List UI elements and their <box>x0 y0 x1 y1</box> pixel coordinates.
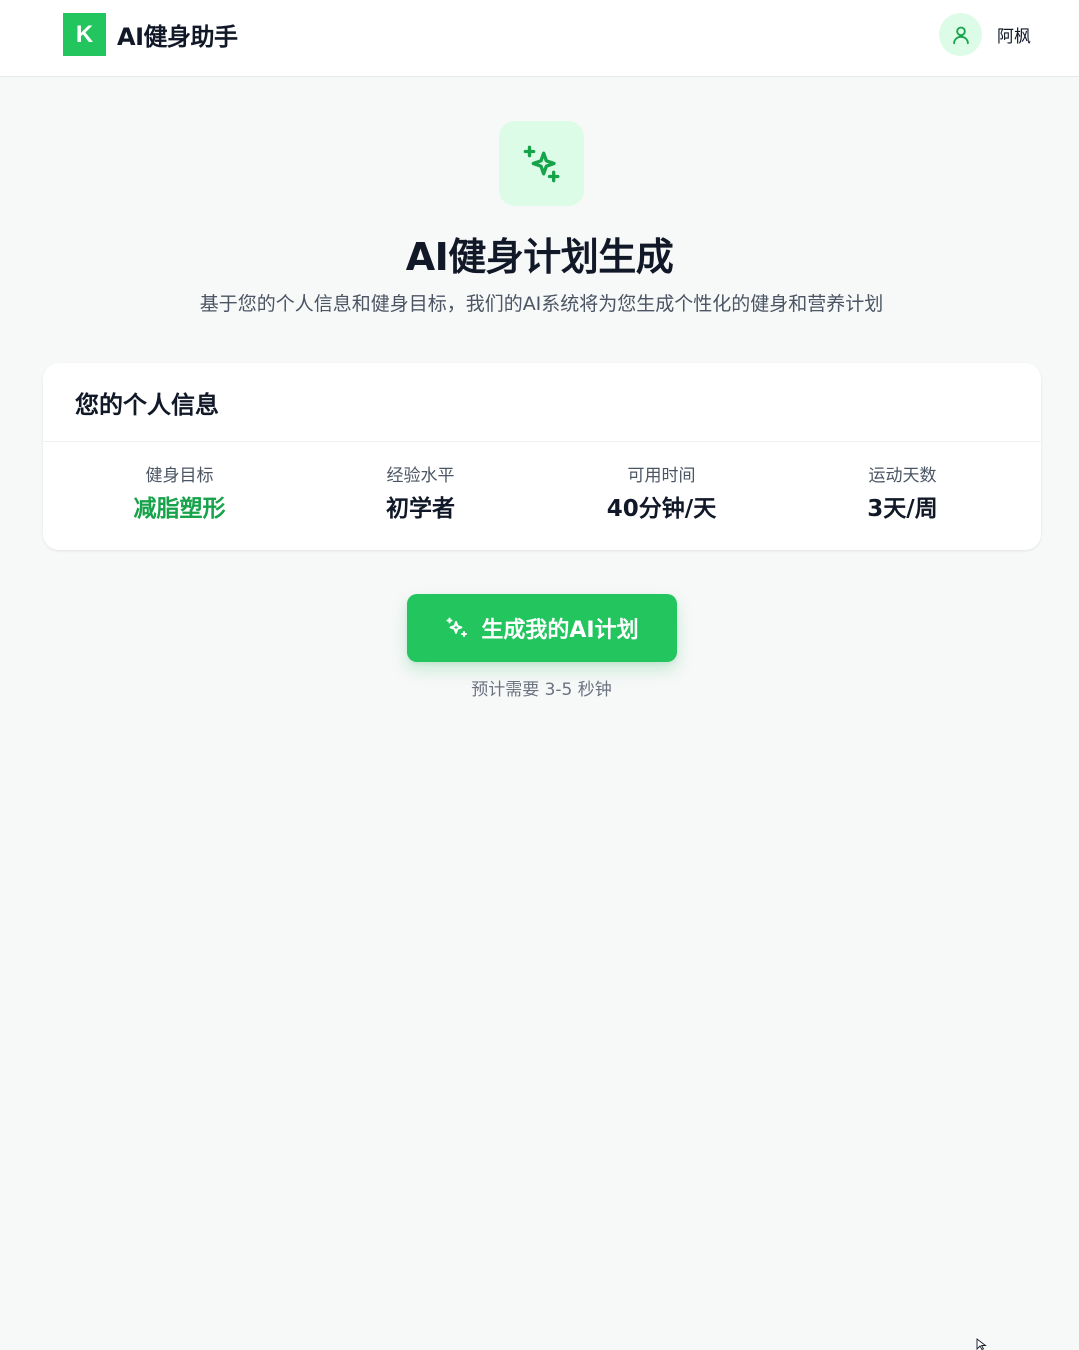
avatar[interactable] <box>939 13 982 56</box>
top-bar: K AI健身助手 阿枫 <box>0 0 1079 77</box>
stat-value: 减脂塑形 <box>133 496 226 522</box>
page-title: AI健身计划生成 <box>405 235 674 279</box>
stat-value: 3天/周 <box>867 496 938 522</box>
stat-label: 运动天数 <box>868 466 937 486</box>
stat-value: 初学者 <box>386 496 455 522</box>
stat-label: 可用时间 <box>627 466 696 486</box>
brand-logo: K <box>63 13 106 56</box>
generate-plan-button-label: 生成我的AI计划 <box>481 618 639 643</box>
page-subtitle: 基于您的个人信息和健身目标，我们的AI系统将为您生成个性化的健身和营养计划 <box>199 293 884 315</box>
profile-card-header: 您的个人信息 <box>43 363 1041 442</box>
profile-stats: 健身目标 减脂塑形 经验水平 初学者 可用时间 40分钟/天 运动天数 3天/周 <box>43 442 1041 550</box>
generate-plan-button[interactable]: 生成我的AI计划 <box>407 594 677 662</box>
stat-label: 健身目标 <box>145 466 214 486</box>
profile-card: 您的个人信息 健身目标 减脂塑形 经验水平 初学者 可用时间 40分钟/天 运动… <box>43 363 1041 550</box>
user-icon <box>952 26 969 44</box>
stat-workout-days: 运动天数 3天/周 <box>782 442 1023 550</box>
profile-card-title: 您的个人信息 <box>75 390 219 419</box>
sparkles-icon <box>499 121 584 206</box>
brand[interactable]: K AI健身助手 <box>63 13 238 56</box>
stat-experience-level: 经验水平 初学者 <box>300 442 541 550</box>
app-name: AI健身助手 <box>117 23 238 51</box>
estimated-time-hint: 预计需要 3-5 秒钟 <box>471 680 612 700</box>
stat-available-time: 可用时间 40分钟/天 <box>541 442 782 550</box>
user-menu[interactable]: 阿枫 <box>939 13 1031 56</box>
stat-fitness-goal: 健身目标 减脂塑形 <box>59 442 300 550</box>
stat-value: 40分钟/天 <box>606 496 717 522</box>
user-name[interactable]: 阿枫 <box>997 22 1031 47</box>
stat-label: 经验水平 <box>386 466 455 486</box>
mouse-cursor-icon <box>976 1338 987 1350</box>
sparkles-icon <box>446 617 468 637</box>
